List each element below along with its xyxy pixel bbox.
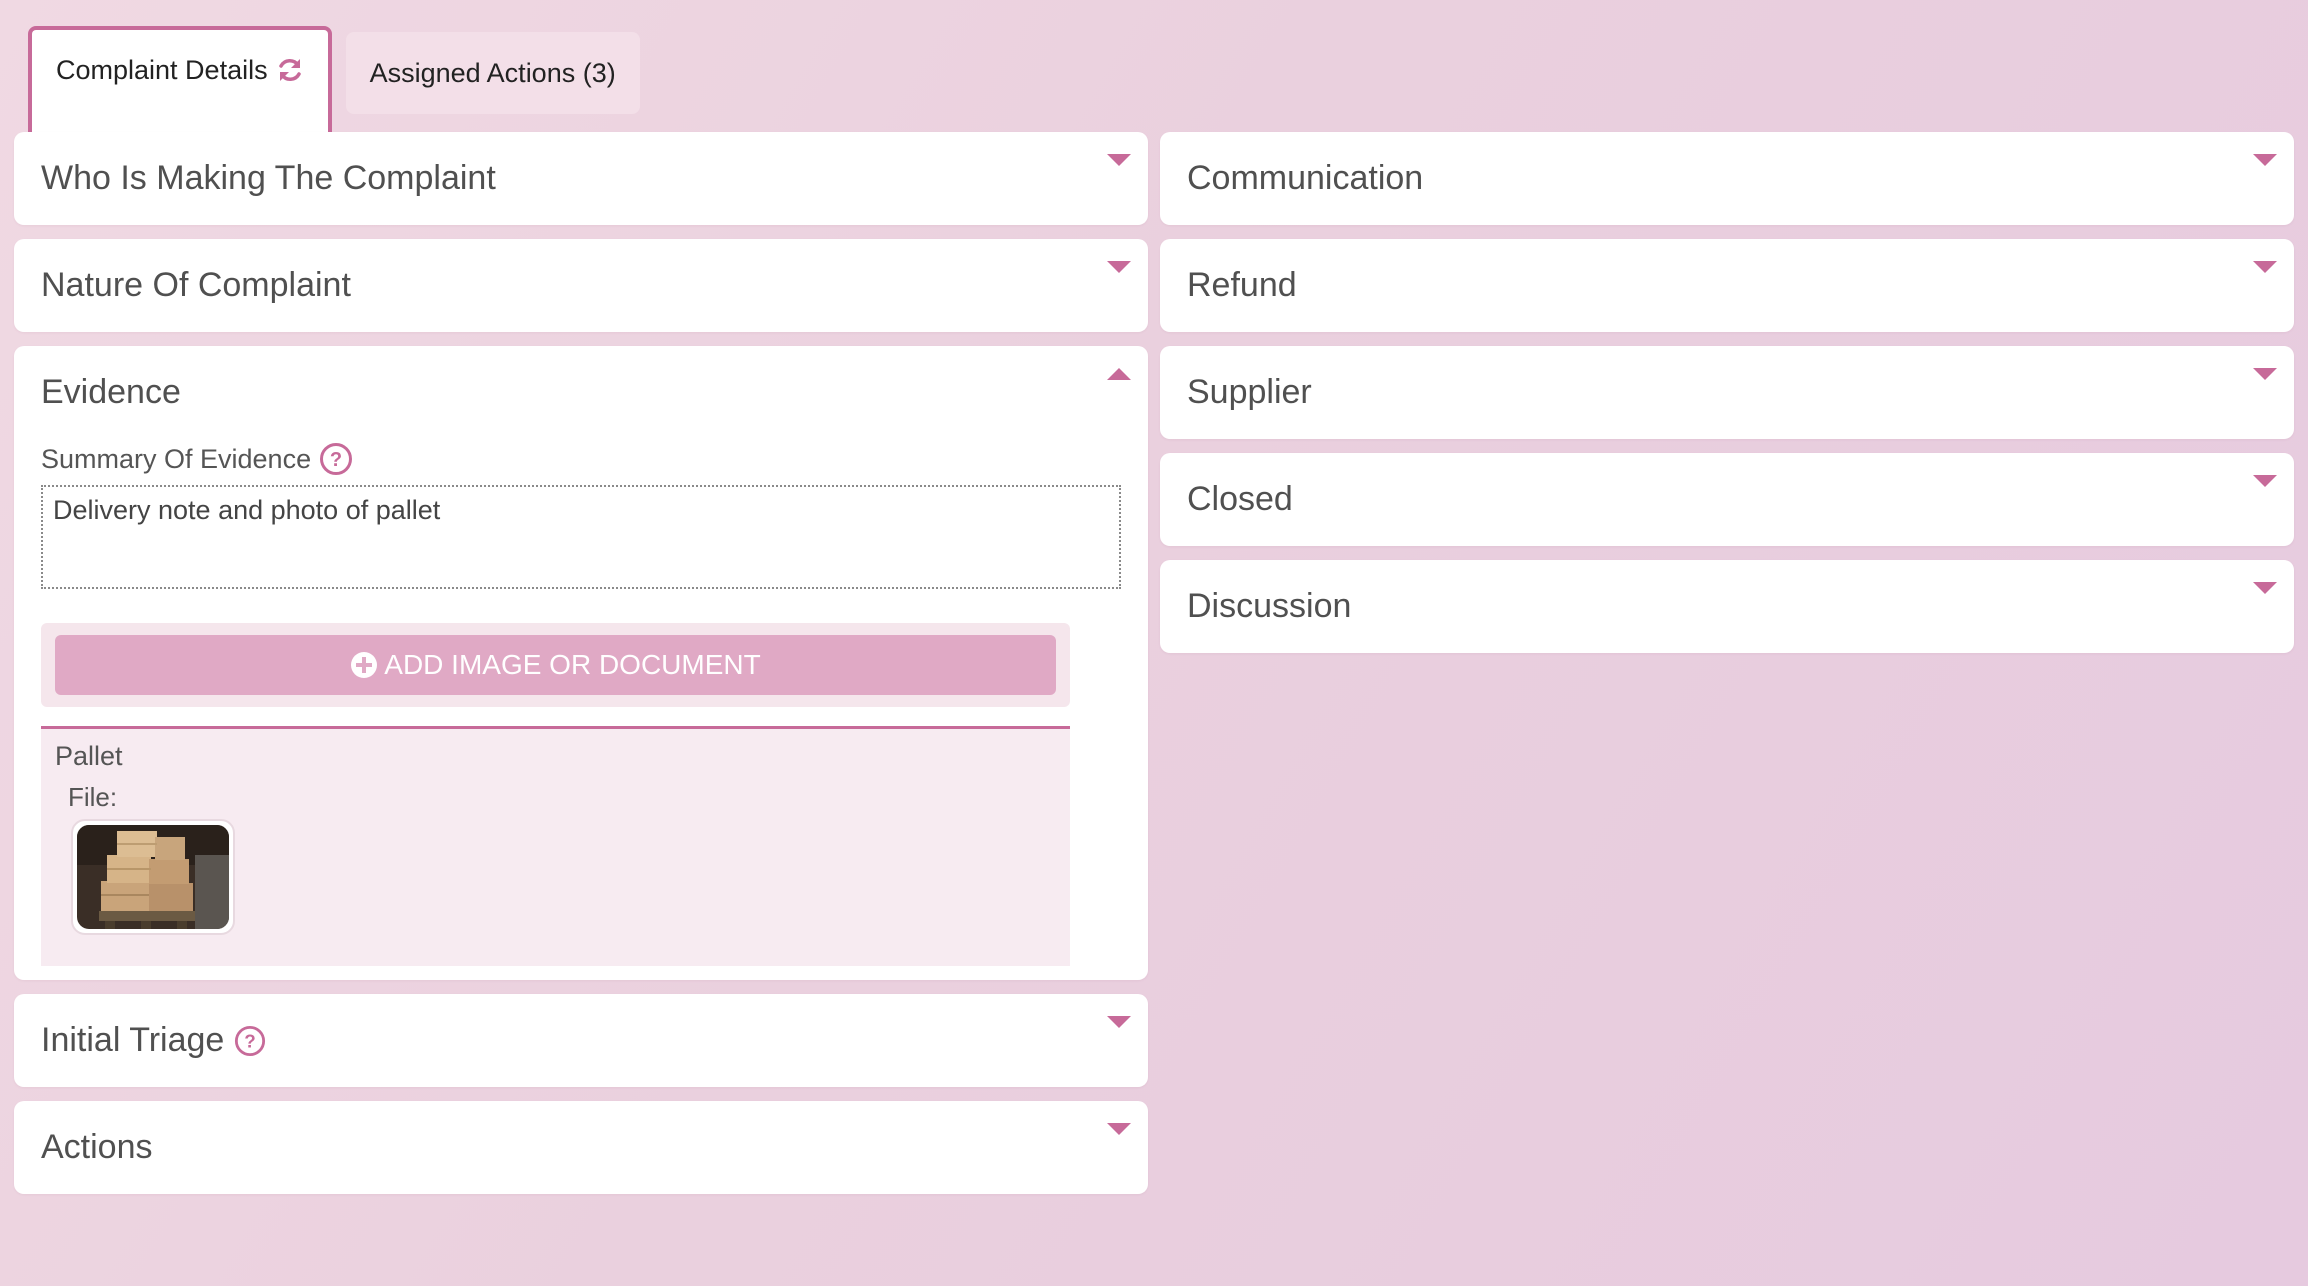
chevron-down-icon[interactable] <box>2252 259 2278 275</box>
panel-header-refund[interactable]: Refund <box>1160 239 2294 332</box>
chevron-down-icon[interactable] <box>2252 580 2278 596</box>
panel-nature-of-complaint: Nature Of Complaint <box>14 239 1148 332</box>
panel-title: Who Is Making The Complaint <box>41 159 496 197</box>
panel-header-communication[interactable]: Communication <box>1160 132 2294 225</box>
file-label: File: <box>68 782 118 812</box>
chevron-down-icon[interactable] <box>2252 366 2278 382</box>
panel-refund: Refund <box>1160 239 2294 332</box>
plus-circle-icon <box>351 652 378 678</box>
panel-header-supplier[interactable]: Supplier <box>1160 346 2294 439</box>
panel-title: Initial Triage <box>41 1021 225 1059</box>
help-icon[interactable]: ? <box>319 442 353 476</box>
svg-text:?: ? <box>245 1030 257 1051</box>
tab-complaint-details-label: Complaint Details <box>56 54 268 85</box>
chevron-down-icon[interactable] <box>2252 473 2278 489</box>
upload-container: ADD IMAGE OR DOCUMENT <box>41 623 1070 707</box>
help-icon[interactable]: ? <box>234 1025 266 1057</box>
panel-header-actions[interactable]: Actions <box>14 1101 1148 1194</box>
panel-initial-triage: Initial Triage ? <box>14 994 1148 1087</box>
left-column: Who Is Making The Complaint Nature Of Co… <box>14 132 1148 1208</box>
tab-assigned-actions-label: Assigned Actions (3) <box>369 57 616 88</box>
tab-assigned-actions[interactable]: Assigned Actions (3) <box>345 32 640 114</box>
panel-communication: Communication <box>1160 132 2294 225</box>
panel-title: Closed <box>1187 480 1293 518</box>
summary-value: Delivery note and photo of pallet <box>53 495 441 525</box>
panel-header-nature[interactable]: Nature Of Complaint <box>14 239 1148 332</box>
panel-title: Communication <box>1187 159 1424 197</box>
chevron-down-icon[interactable] <box>2252 152 2278 168</box>
add-image-or-document-button[interactable]: ADD IMAGE OR DOCUMENT <box>55 635 1056 695</box>
panel-title: Evidence <box>41 373 181 411</box>
panel-closed: Closed <box>1160 453 2294 546</box>
summary-of-evidence-label: Summary Of Evidence ? <box>41 439 1121 479</box>
svg-text:?: ? <box>330 449 342 471</box>
attachment-title: Pallet <box>55 741 123 771</box>
panel-title: Discussion <box>1187 587 1352 625</box>
panel-header-evidence[interactable]: Evidence <box>14 346 1148 439</box>
evidence-body: Summary Of Evidence ? Delivery note and … <box>14 439 1148 980</box>
tab-bar: Complaint Details Assigned Actions (3) <box>28 26 654 132</box>
panel-header-closed[interactable]: Closed <box>1160 453 2294 546</box>
attachment-item: Pallet File: <box>41 726 1070 966</box>
panel-header-who[interactable]: Who Is Making The Complaint <box>14 132 1148 225</box>
chevron-down-icon[interactable] <box>1106 152 1132 168</box>
panel-supplier: Supplier <box>1160 346 2294 439</box>
pallet-photo-thumbnail[interactable] <box>71 819 235 935</box>
panel-actions: Actions <box>14 1101 1148 1194</box>
panel-title: Actions <box>41 1128 153 1166</box>
refresh-icon[interactable] <box>276 56 304 84</box>
panel-header-discussion[interactable]: Discussion <box>1160 560 2294 653</box>
panel-title: Supplier <box>1187 373 1312 411</box>
summary-label-text: Summary Of Evidence <box>41 443 312 474</box>
panel-header-initial-triage[interactable]: Initial Triage ? <box>14 994 1148 1087</box>
chevron-up-icon[interactable] <box>1106 366 1132 382</box>
upload-label: ADD IMAGE OR DOCUMENT <box>384 649 761 680</box>
chevron-down-icon[interactable] <box>1106 1014 1132 1030</box>
panel-title: Nature Of Complaint <box>41 266 351 304</box>
summary-of-evidence-field[interactable]: Delivery note and photo of pallet <box>41 485 1121 589</box>
right-column: Communication Refund Supplier Closed Dis… <box>1160 132 2294 667</box>
chevron-down-icon[interactable] <box>1106 1121 1132 1137</box>
panel-evidence: Evidence Summary Of Evidence ? Delivery … <box>14 346 1148 980</box>
panel-who-is-making-complaint: Who Is Making The Complaint <box>14 132 1148 225</box>
tab-complaint-details[interactable]: Complaint Details <box>28 26 332 132</box>
panel-discussion: Discussion <box>1160 560 2294 653</box>
chevron-down-icon[interactable] <box>1106 259 1132 275</box>
panel-title: Refund <box>1187 266 1297 304</box>
